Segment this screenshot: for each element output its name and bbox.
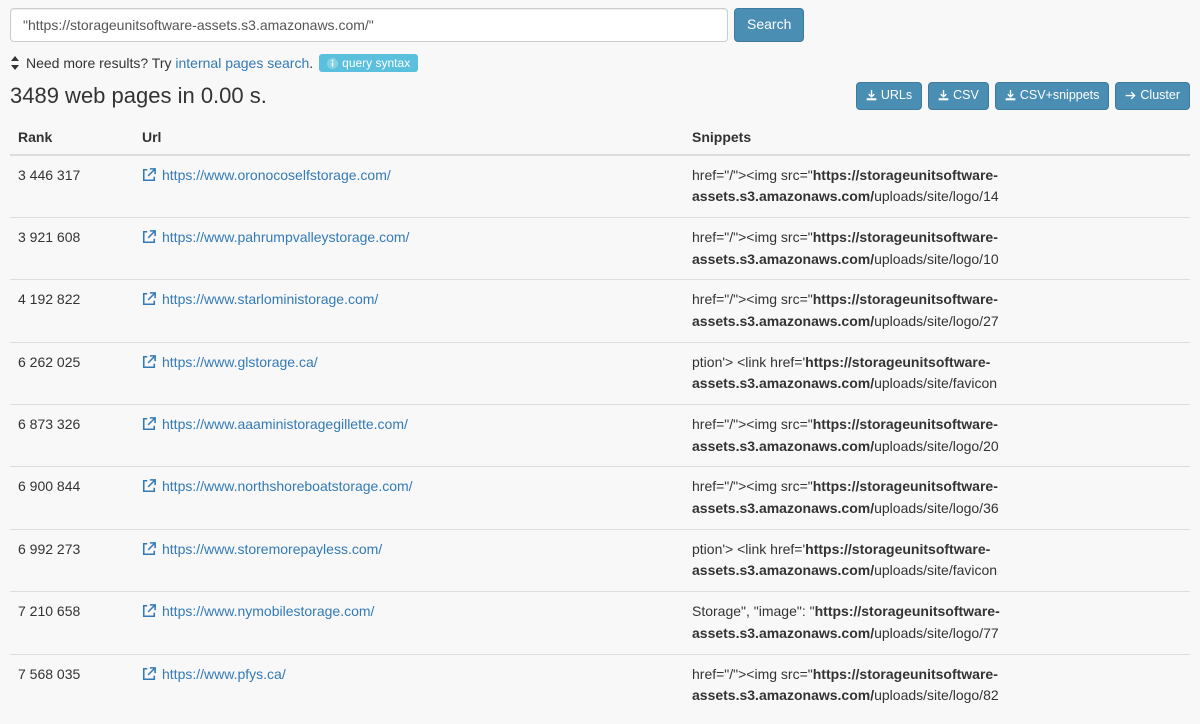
rank-cell: 6 262 025 — [10, 342, 134, 404]
download-icon — [1005, 87, 1016, 105]
external-link-icon[interactable] — [142, 414, 156, 436]
url-cell: https://www.storemorepayless.com/ — [134, 529, 684, 591]
info-icon — [327, 56, 338, 70]
results-table: Rank Url Snippets 3 446 317 https://www.o… — [10, 120, 1190, 716]
url-cell: https://www.pahrumpvalleystorage.com/ — [134, 217, 684, 279]
snippet-cell: ption'> <link href='https://storageunits… — [684, 342, 1190, 404]
snippet-cell: href="/"><img src="https://storageunitso… — [684, 280, 1190, 342]
external-link-icon[interactable] — [142, 165, 156, 187]
external-link-icon[interactable] — [142, 601, 156, 623]
result-url-link[interactable]: https://www.starloministorage.com/ — [162, 291, 378, 307]
table-row: 7 210 658 https://www.nymobilestorage.com… — [10, 592, 1190, 654]
external-link-icon[interactable] — [142, 352, 156, 374]
snippet-cell: href="/"><img src="https://storageunitso… — [684, 217, 1190, 279]
rank-cell: 3 446 317 — [10, 155, 134, 218]
rank-cell: 6 992 273 — [10, 529, 134, 591]
table-row: 4 192 822 https://www.starloministorage.c… — [10, 280, 1190, 342]
table-row: 3 921 608 https://www.pahrumpvalleystorag… — [10, 217, 1190, 279]
cluster-button[interactable]: Cluster — [1115, 82, 1190, 110]
rank-cell: 7 210 658 — [10, 592, 134, 654]
result-url-link[interactable]: https://www.storemorepayless.com/ — [162, 541, 382, 557]
rank-cell: 4 192 822 — [10, 280, 134, 342]
snippet-cell: Storage", "image": "https://storageunits… — [684, 592, 1190, 654]
url-cell: https://www.oronocoselfstorage.com/ — [134, 155, 684, 218]
rank-cell: 6 873 326 — [10, 405, 134, 467]
snippet-cell: href="/"><img src="https://storageunitso… — [684, 467, 1190, 529]
external-link-icon[interactable] — [142, 539, 156, 561]
url-cell: https://www.nymobilestorage.com/ — [134, 592, 684, 654]
result-url-link[interactable]: https://www.pahrumpvalleystorage.com/ — [162, 229, 409, 245]
sort-icon — [10, 55, 20, 71]
rank-cell: 6 900 844 — [10, 467, 134, 529]
external-link-icon[interactable] — [142, 289, 156, 311]
result-url-link[interactable]: https://www.glstorage.ca/ — [162, 354, 318, 370]
query-syntax-badge[interactable]: query syntax — [319, 54, 418, 72]
rank-cell: 3 921 608 — [10, 217, 134, 279]
col-header-url: Url — [134, 120, 684, 155]
table-row: 6 262 025 https://www.glstorage.ca/ption'… — [10, 342, 1190, 404]
external-link-icon[interactable] — [142, 476, 156, 498]
result-url-link[interactable]: https://www.pfys.ca/ — [162, 666, 286, 682]
table-row: 6 900 844 https://www.northshoreboatstora… — [10, 467, 1190, 529]
table-row: 6 873 326 https://www.aaaministoragegille… — [10, 405, 1190, 467]
snippet-cell: href="/"><img src="https://storageunitso… — [684, 405, 1190, 467]
snippet-cell: href="/"><img src="https://storageunitso… — [684, 654, 1190, 716]
internal-pages-search-link[interactable]: internal pages search — [175, 55, 309, 71]
table-row: 6 992 273 https://www.storemorepayless.co… — [10, 529, 1190, 591]
result-url-link[interactable]: https://www.nymobilestorage.com/ — [162, 603, 374, 619]
result-url-link[interactable]: https://www.oronocoselfstorage.com/ — [162, 167, 391, 183]
url-cell: https://www.starloministorage.com/ — [134, 280, 684, 342]
arrow-right-icon — [1125, 87, 1136, 105]
url-cell: https://www.glstorage.ca/ — [134, 342, 684, 404]
download-icon — [866, 87, 877, 105]
col-header-rank: Rank — [10, 120, 134, 155]
export-urls-button[interactable]: URLs — [856, 82, 922, 110]
export-csv-snippets-button[interactable]: CSV+snippets — [995, 82, 1110, 110]
snippet-cell: ption'> <link href='https://storageunits… — [684, 529, 1190, 591]
table-row: 7 568 035 https://www.pfys.ca/href="/"><i… — [10, 654, 1190, 716]
search-button[interactable]: Search — [734, 8, 804, 42]
col-header-snippets: Snippets — [684, 120, 1190, 155]
external-link-icon[interactable] — [142, 227, 156, 249]
url-cell: https://www.pfys.ca/ — [134, 654, 684, 716]
result-url-link[interactable]: https://www.aaaministoragegillette.com/ — [162, 416, 408, 432]
hint-prefix: Need more results? Try — [26, 55, 175, 71]
search-input[interactable] — [10, 8, 728, 42]
table-row: 3 446 317 https://www.oronocoselfstorage.… — [10, 155, 1190, 218]
export-csv-button[interactable]: CSV — [928, 82, 989, 110]
rank-cell: 7 568 035 — [10, 654, 134, 716]
external-link-icon[interactable] — [142, 664, 156, 686]
result-summary: 3489 web pages in 0.00 s. — [10, 83, 267, 109]
snippet-cell: href="/"><img src="https://storageunitso… — [684, 155, 1190, 218]
download-icon — [938, 87, 949, 105]
result-url-link[interactable]: https://www.northshoreboatstorage.com/ — [162, 478, 413, 494]
hint-suffix: . — [309, 55, 313, 71]
url-cell: https://www.aaaministoragegillette.com/ — [134, 405, 684, 467]
url-cell: https://www.northshoreboatstorage.com/ — [134, 467, 684, 529]
